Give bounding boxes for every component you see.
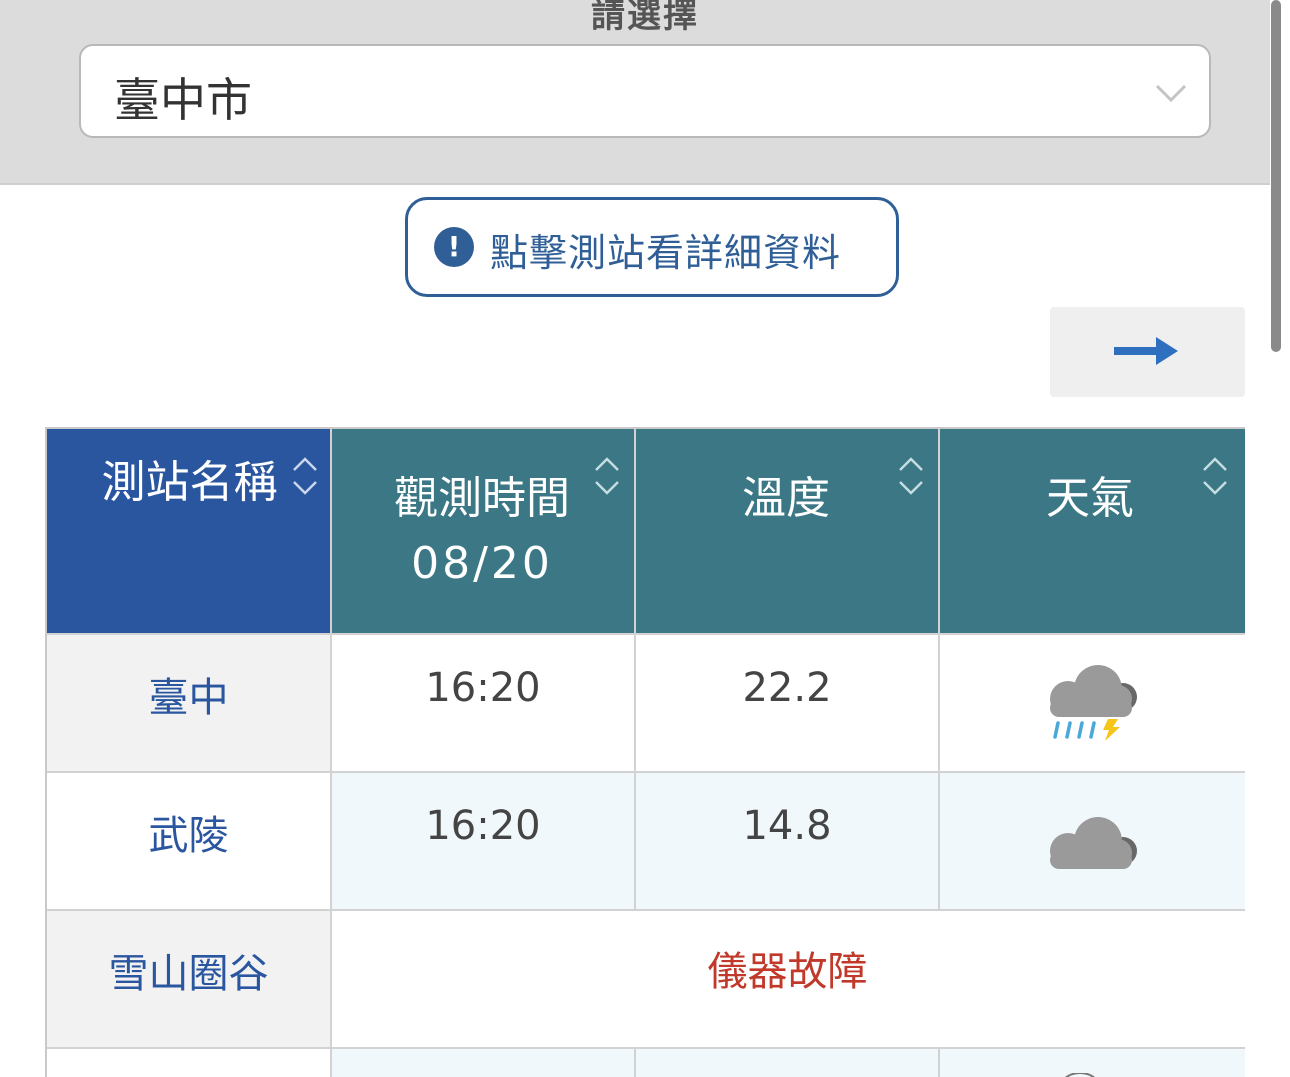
table-row-station[interactable]: 臺中 [47, 635, 332, 773]
station-name[interactable]: 臺中 [47, 665, 330, 723]
table-cell-time: 16:20 [332, 773, 636, 911]
select-label: 請選擇 [591, 0, 699, 36]
region-select-value: 臺中市 [114, 73, 252, 127]
sort-icon [595, 457, 619, 495]
table-cell-temp [636, 1049, 940, 1077]
table-cell-status: 儀器故障 [332, 911, 1245, 1049]
header-time[interactable]: 觀測時間 08/20 [332, 429, 636, 635]
chevron-down-icon [1155, 84, 1187, 103]
sort-icon [899, 457, 923, 495]
header-time-label: 觀測時間 [394, 473, 570, 524]
temperature: 14.8 [742, 803, 832, 849]
table-cell-weather [940, 635, 1245, 773]
table-row-station[interactable] [47, 1049, 332, 1077]
observation-table: 測站名稱 觀測時間 08/20 溫度 天氣 臺中 16:20 22.2 武陵 1… [45, 427, 1245, 1077]
info-icon: ! [434, 227, 474, 267]
detail-hint-button[interactable]: ! 點擊測站看詳細資料 [405, 197, 899, 297]
instrument-fault-status: 儀器故障 [707, 949, 868, 995]
table-cell-time [332, 1049, 636, 1077]
arrow-right-icon [1114, 337, 1178, 365]
header-weather[interactable]: 天氣 [940, 429, 1245, 635]
station-name[interactable]: 武陵 [47, 803, 330, 861]
weather-icon [1065, 1073, 1095, 1077]
temperature: 22.2 [742, 665, 832, 711]
table-cell-temp: 14.8 [636, 773, 940, 911]
scroll-right-button[interactable] [1050, 307, 1245, 397]
header-station[interactable]: 測站名稱 [47, 429, 332, 635]
header-weather-label: 天氣 [1046, 473, 1134, 524]
table-cell-temp: 22.2 [636, 635, 940, 773]
header-temp[interactable]: 溫度 [636, 429, 940, 635]
thunderstorm-icon [1050, 665, 1137, 741]
sort-icon [1203, 457, 1227, 495]
table-row-station[interactable]: 武陵 [47, 773, 332, 911]
table-row-station[interactable]: 雪山圈谷 [47, 911, 332, 1049]
station-name[interactable]: 雪山圈谷 [47, 941, 330, 999]
observation-time: 16:20 [425, 803, 541, 849]
header-temp-label: 溫度 [742, 473, 830, 524]
sort-icon [293, 457, 317, 495]
header-date: 08/20 [411, 538, 553, 589]
region-selector-panel: 請選擇 臺中市 [0, 0, 1270, 185]
cloud-icon [1050, 817, 1137, 869]
table-cell-time: 16:20 [332, 635, 636, 773]
table-cell-weather [940, 773, 1245, 911]
hint-text: 點擊測站看詳細資料 [490, 231, 842, 275]
observation-time: 16:20 [425, 665, 541, 711]
page-scrollbar[interactable] [1271, 0, 1281, 352]
region-select[interactable]: 臺中市 [79, 44, 1211, 138]
table-cell-weather [940, 1049, 1245, 1077]
